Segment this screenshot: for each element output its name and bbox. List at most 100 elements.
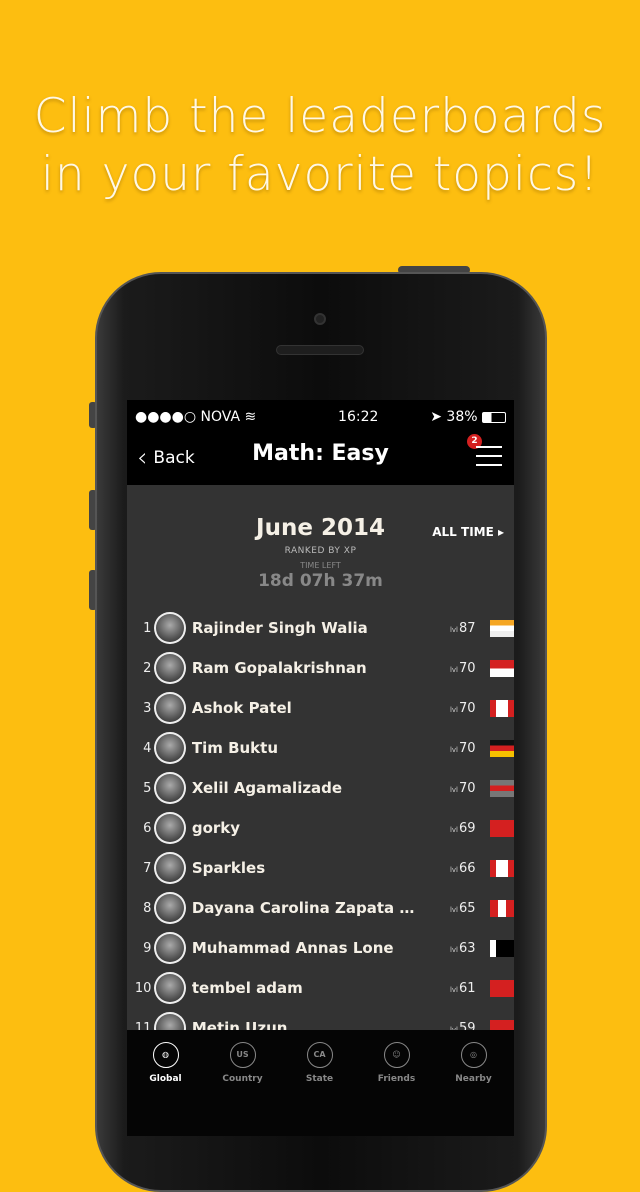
headline-line-2: in your favorite topics!: [40, 147, 600, 202]
screen: ●●●●○ NOVA ≋ 16:22 ➤ 38% ‹ Back Math: Eas…: [127, 400, 514, 1136]
level: lvl66: [449, 860, 476, 876]
carrier: ●●●●○ NOVA ≋: [135, 409, 257, 425]
player-name: tembel adam: [191, 979, 303, 997]
rank: 11: [134, 1020, 152, 1031]
avatar: [154, 972, 186, 1004]
level: lvl70: [449, 740, 476, 756]
rank: 7: [143, 860, 152, 876]
level: lvl65: [449, 900, 476, 916]
rank: 1: [143, 620, 152, 636]
leaderboard-row[interactable]: 4 Tim Buktu lvl70: [127, 728, 514, 768]
level: lvl70: [449, 700, 476, 716]
headline-line-1: Climb the leaderboards: [33, 89, 607, 144]
front-camera: [314, 313, 326, 325]
leaderboard-row[interactable]: 5 Xelil Agamalizade lvl70: [127, 768, 514, 808]
leaderboard-row[interactable]: 6 gorky lvl69: [127, 808, 514, 848]
smiley-icon: ☺: [383, 1042, 410, 1068]
location-arrow-icon: ➤: [430, 409, 442, 425]
avatar: [154, 932, 186, 964]
time-left-label: TIME LEFT: [300, 561, 341, 570]
tab-friends[interactable]: ☺ Friends: [358, 1042, 435, 1084]
status-bar: ●●●●○ NOVA ≋ 16:22 ➤ 38%: [135, 408, 506, 426]
earpiece-speaker: [276, 345, 364, 355]
level: lvl69: [449, 820, 476, 836]
flag-pakistan-icon: [489, 939, 514, 957]
flag-switzerland-icon: [489, 819, 514, 837]
level: lvl61: [449, 980, 476, 996]
menu-button[interactable]: [476, 446, 502, 466]
flag-turkey-icon: [489, 979, 514, 997]
country-icon: US: [229, 1042, 256, 1068]
back-label: Back: [153, 448, 195, 468]
level: lvl70: [449, 780, 476, 796]
nearby-icon: ◎: [460, 1042, 487, 1068]
all-time-button[interactable]: ALL TIME ▸: [432, 525, 504, 539]
wifi-icon: ≋: [244, 409, 257, 425]
clock: 16:22: [338, 409, 379, 425]
player-name: Metin Uzun: [191, 1019, 288, 1030]
flag-canada-icon: [489, 859, 514, 877]
flag-singapore-icon: [489, 659, 514, 677]
tab-nearby[interactable]: ◎ Nearby: [435, 1042, 512, 1084]
flag-germany-icon: [489, 739, 514, 757]
player-name: gorky: [191, 819, 241, 837]
leaderboard-row[interactable]: 1 Rajinder Singh Walia lvl87: [127, 608, 514, 648]
player-name: Tim Buktu: [191, 739, 279, 757]
player-name: Xelil Agamalizade: [191, 779, 343, 797]
battery-status: ➤ 38%: [430, 409, 506, 425]
tab-bar: ◍ Global US Country CA State ☺ Friends ◎ Nearby: [127, 1030, 514, 1136]
flag-canada-icon: [489, 699, 514, 717]
player-name: Ashok Patel: [191, 699, 292, 717]
tab-state[interactable]: CA State: [281, 1042, 358, 1084]
tab-country[interactable]: US Country: [204, 1042, 281, 1084]
time-left-value: 18d 07h 37m: [258, 571, 383, 591]
flag-india-icon: [489, 619, 514, 637]
avatar: [154, 612, 186, 644]
rank: 9: [143, 940, 152, 956]
rank: 3: [143, 700, 152, 716]
flag-azerbaijan-icon: [489, 779, 514, 797]
rank: 5: [143, 780, 152, 796]
rank: 2: [143, 660, 152, 676]
rank: 4: [143, 740, 152, 756]
tab-label: Country: [222, 1074, 263, 1084]
tab-label: State: [305, 1074, 334, 1084]
avatar: [154, 892, 186, 924]
avatar: [154, 692, 186, 724]
rank: 6: [143, 820, 152, 836]
leaderboard-row[interactable]: 9 Muhammad Annas Lone lvl63: [127, 928, 514, 968]
tab-global[interactable]: ◍ Global: [127, 1042, 204, 1084]
chevron-left-icon: ‹: [137, 443, 148, 473]
nav-bar: ‹ Back Math: Easy 2: [127, 434, 514, 478]
leaderboard-row[interactable]: 2 Ram Gopalakrishnan lvl70: [127, 648, 514, 688]
leaderboard[interactable]: June 2014 ALL TIME ▸ RANKED BY XP TIME L…: [127, 485, 514, 1030]
avatar: [154, 812, 186, 844]
leaderboard-row[interactable]: 8 Dayana Carolina Zapata G... lvl65: [127, 888, 514, 928]
state-icon: CA: [306, 1042, 333, 1068]
player-name: Muhammad Annas Lone: [191, 939, 394, 957]
leaderboard-row[interactable]: 7 Sparkles lvl66: [127, 848, 514, 888]
headline: Climb the leaderboards in your favorite …: [0, 88, 640, 204]
player-name: Sparkles: [191, 859, 266, 877]
avatar: [154, 852, 186, 884]
avatar: [154, 772, 186, 804]
avatar: [154, 652, 186, 684]
flag-turkey-icon: [489, 1019, 514, 1030]
back-button[interactable]: ‹ Back: [137, 443, 195, 473]
tab-label: Friends: [377, 1074, 416, 1084]
level: lvl59: [449, 1020, 476, 1031]
player-name: Rajinder Singh Walia: [191, 619, 368, 637]
leaderboard-row[interactable]: 3 Ashok Patel lvl70: [127, 688, 514, 728]
flag-peru-icon: [489, 899, 514, 917]
tab-label: Global: [149, 1074, 182, 1084]
level: lvl63: [449, 940, 476, 956]
rank: 8: [143, 900, 152, 916]
leaderboard-row[interactable]: 11 Metin Uzun lvl59: [127, 1008, 514, 1030]
leaderboard-row[interactable]: 10 tembel adam lvl61: [127, 968, 514, 1008]
player-name: Dayana Carolina Zapata G...: [191, 899, 427, 917]
player-name: Ram Gopalakrishnan: [191, 659, 367, 677]
avatar: [154, 1012, 186, 1030]
level: lvl87: [449, 620, 476, 636]
battery-icon: [481, 411, 506, 423]
level: lvl70: [449, 660, 476, 676]
